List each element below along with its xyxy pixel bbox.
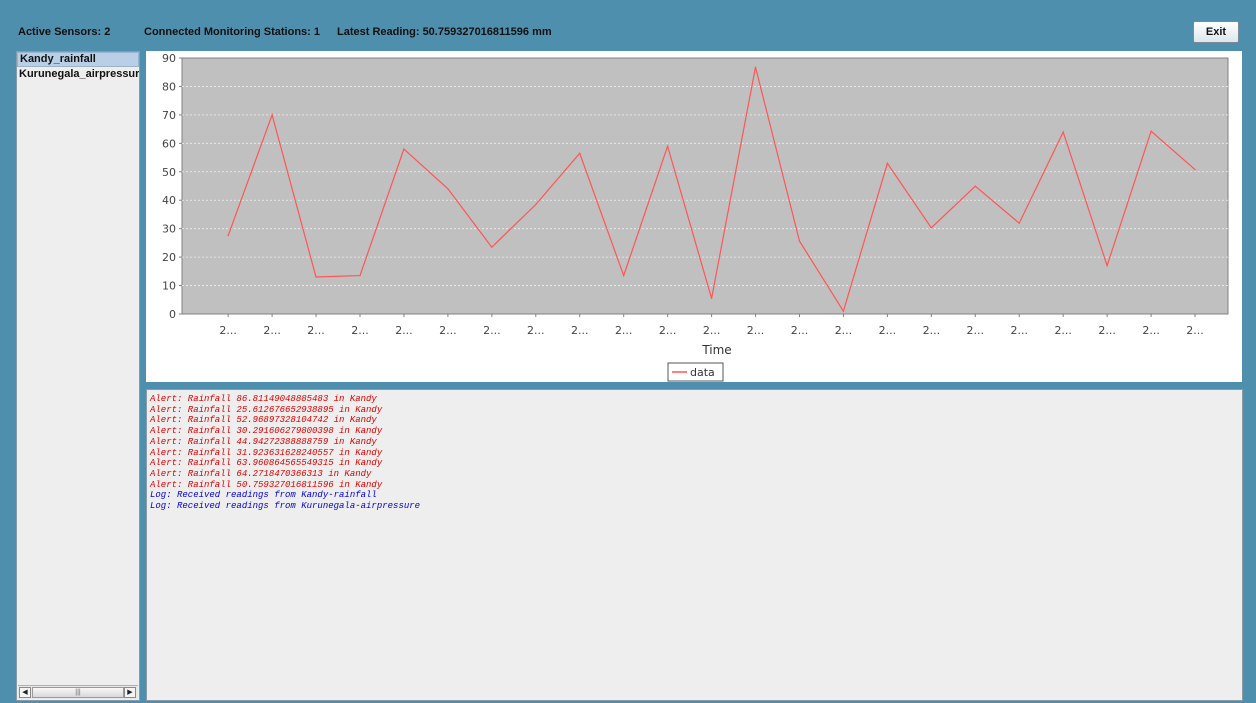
x-tick-label: 2... (307, 324, 325, 337)
y-tick-label: 50 (162, 166, 176, 179)
data-point (974, 185, 976, 187)
latest-reading-label: Latest Reading: 50.759327016811596 mm (337, 26, 552, 38)
log-info-line: Log: Received readings from Kurunegala-a… (150, 501, 421, 512)
x-tick-label: 2... (879, 324, 897, 337)
x-tick-label: 2... (263, 324, 281, 337)
x-tick-label: 2... (703, 324, 721, 337)
x-tick-label: 2... (395, 324, 413, 337)
log-alert-line: Alert: Rainfall 25.612676652938895 in Ka… (150, 404, 383, 415)
data-point (491, 246, 493, 248)
readings-chart: 0 10 20 30 40 50 60 70 80 90 2... 2... 2... 2... 2... 2… (162, 52, 1229, 382)
log-alert-line: Alert: Rainfall 30.291606279800398 in Ka… (150, 426, 383, 437)
log-alert-line: Alert: Rainfall 52.96897328104742 in Kan… (150, 415, 377, 426)
readings-chart-panel: 0 10 20 30 40 50 60 70 80 90 2... 2... 2... 2... 2... 2… (146, 51, 1242, 382)
sensor-list: Kandy_rainfall Kurunegala_airpressure ◀ |… (16, 51, 140, 701)
y-tick-label: 60 (162, 137, 176, 150)
x-tick-label: 2... (1098, 324, 1116, 337)
data-point (535, 203, 537, 206)
y-tick-label: 90 (162, 52, 176, 65)
data-point (1062, 131, 1064, 133)
data-point (842, 310, 845, 312)
data-point (315, 276, 317, 278)
x-tick-label: 2... (439, 324, 457, 337)
x-tick-label: 2... (747, 324, 765, 337)
data-point (710, 297, 713, 299)
legend-label: data (690, 366, 715, 379)
log-alert-line: Alert: Rainfall 86.81149048885483 in Kan… (150, 394, 377, 404)
y-tick-label: 20 (162, 251, 176, 264)
data-point (1106, 265, 1108, 267)
scroll-left-arrow-icon[interactable]: ◀ (19, 687, 31, 698)
y-tick-label: 80 (162, 80, 176, 93)
log-alert-line: Alert: Rainfall 64.2718470366313 in Kand… (150, 468, 372, 479)
log-alert-line: Alert: Rainfall 44.94272388888759 in Kan… (150, 436, 377, 447)
y-tick-label: 0 (169, 308, 176, 321)
x-tick-label: 2... (967, 324, 985, 337)
log-panel[interactable]: Alert: Rainfall 86.81149048885483 in Kan… (146, 389, 1243, 701)
data-point (1194, 169, 1196, 171)
x-tick-label: 2... (1186, 324, 1204, 337)
x-tick-label: 2... (615, 324, 633, 337)
x-tick-label: 2... (351, 324, 369, 337)
data-point (271, 114, 273, 116)
data-point (227, 235, 229, 237)
y-tick-label: 40 (162, 194, 176, 207)
log-alert-line: Alert: Rainfall 31.923631628240557 in Ka… (150, 447, 383, 458)
x-tick-label: 2... (483, 324, 501, 337)
x-tick-label: 2... (571, 324, 589, 337)
data-point (1018, 222, 1020, 224)
scroll-right-arrow-icon[interactable]: ▶ (124, 687, 136, 698)
sensor-list-item[interactable]: Kandy_rainfall (17, 52, 139, 67)
scroll-thumb[interactable]: ||| (32, 687, 124, 698)
log-alert-line: Alert: Rainfall 63.960864565549315 in Ka… (150, 458, 383, 469)
data-point (1150, 130, 1152, 132)
data-point (667, 145, 669, 147)
log-info-line: Log: Received readings from Kandy-rainfa… (150, 490, 377, 501)
stations-label: Connected Monitoring Stations: 1 (144, 26, 320, 38)
x-tick-label: 2... (527, 324, 545, 337)
data-point (886, 162, 888, 164)
data-point (930, 227, 932, 229)
x-tick-label: 2... (835, 324, 853, 337)
data-point (403, 148, 405, 150)
x-axis-title: Time (701, 343, 731, 357)
x-tick-label: 2... (923, 324, 941, 337)
x-tick-label: 2... (219, 324, 237, 337)
data-point (798, 240, 801, 242)
y-tick-label: 70 (162, 109, 176, 122)
x-tick-label: 2... (1142, 324, 1160, 337)
sensor-list-item[interactable]: Kurunegala_airpressure (17, 67, 139, 82)
x-tick-label: 2... (791, 324, 809, 337)
sensor-list-scrollbar[interactable]: ◀ ||| ▶ (18, 685, 138, 699)
data-point (754, 66, 757, 68)
data-point (579, 152, 581, 154)
x-tick-label: 2... (1010, 324, 1028, 337)
data-point (447, 188, 449, 190)
exit-button[interactable]: Exit (1193, 21, 1239, 43)
y-tick-label: 30 (162, 223, 176, 236)
data-point (623, 275, 625, 277)
status-bar: Active Sensors: 2 Connected Monitoring S… (0, 0, 1256, 46)
x-tick-label: 2... (1054, 324, 1072, 337)
log-alert-line: Alert: Rainfall 50.759327016811596 in Ka… (150, 479, 383, 490)
x-tick-label: 2... (659, 324, 677, 337)
data-point (359, 275, 361, 277)
active-sensors-label: Active Sensors: 2 (18, 26, 111, 38)
y-tick-label: 10 (162, 280, 176, 293)
